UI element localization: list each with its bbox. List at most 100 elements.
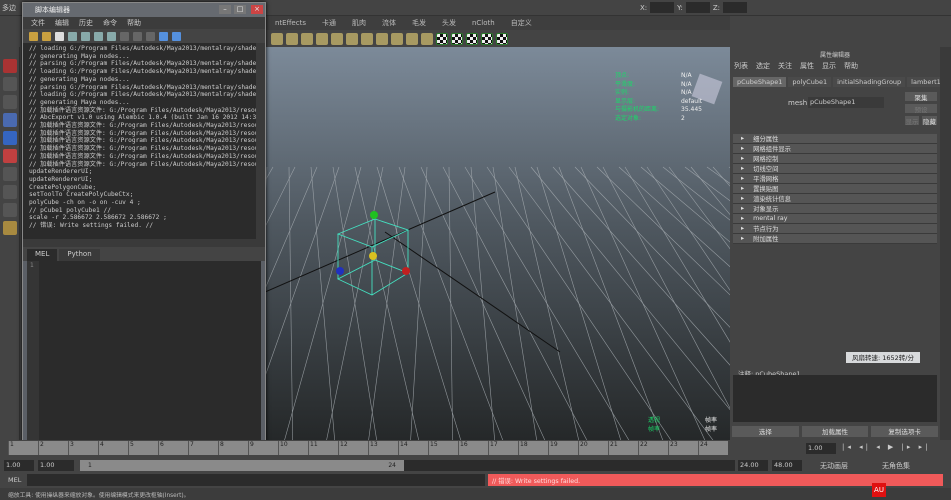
shelf-tool-icon[interactable]	[376, 32, 388, 45]
script-editor-titlebar[interactable]: 脚本编辑器 – □ ×	[23, 3, 265, 17]
attribute-section[interactable]: ▸ 网格控制	[733, 154, 937, 164]
checker-icon[interactable]	[436, 32, 448, 45]
shelf-tool-icon[interactable]	[361, 32, 373, 45]
shelf-tab[interactable]: 流体	[376, 18, 402, 28]
menu-attributes[interactable]: 属性	[800, 61, 814, 70]
layout-icon[interactable]	[146, 31, 155, 41]
mesh-field[interactable]: pCubeShape1	[808, 97, 884, 108]
clear-history-icon[interactable]	[81, 31, 90, 41]
script-history[interactable]: // loading G:/Program Files/Autodesk/May…	[23, 43, 265, 239]
character-set-dropdown[interactable]: 无角色集	[882, 461, 910, 471]
attribute-section[interactable]: ▸ 渲染统计信息	[733, 194, 937, 204]
menu-list[interactable]: 列表	[734, 61, 748, 70]
scale-tool-icon[interactable]	[2, 149, 17, 163]
y-field[interactable]	[685, 2, 710, 13]
shelf-tool-icon[interactable]	[316, 32, 328, 45]
clear-all-icon[interactable]	[107, 31, 116, 41]
shelf-tool-icon[interactable]	[271, 32, 283, 45]
command-input[interactable]	[27, 474, 485, 486]
tab-node[interactable]: pCubeShape1	[733, 77, 787, 87]
last-tool-icon[interactable]	[2, 203, 17, 217]
fan-speed-button[interactable]: 风扇转速: 1652转/分	[846, 352, 920, 363]
shelf-tab[interactable]: 肌肉	[346, 18, 372, 28]
show-button[interactable]: 显示	[905, 116, 919, 126]
attribute-section[interactable]: ▸ 切线空间	[733, 164, 937, 174]
layout-icon[interactable]	[120, 31, 129, 41]
playback-start-field[interactable]: 1.00	[38, 460, 74, 471]
attribute-section[interactable]: ▸ mental ray	[733, 214, 937, 224]
echo-icon[interactable]	[68, 31, 77, 41]
cube-icon[interactable]	[2, 221, 17, 235]
x-field[interactable]	[650, 2, 675, 13]
timeline-ruler[interactable]: 1 2 3 4 5 6 7 8 9 10 11 12 13 14 15 16 17 18 19 20 21 22 23 24	[8, 441, 728, 455]
presets-button[interactable]: 预设	[905, 104, 937, 114]
tab-python[interactable]: Python	[59, 249, 100, 261]
shelf-tool-icon[interactable]	[331, 32, 343, 45]
end-time-field[interactable]: 48.00	[772, 460, 802, 471]
shelf-tab[interactable]: 卡通	[316, 18, 342, 28]
horizontal-scrollbar[interactable]	[23, 239, 265, 247]
checker-icon[interactable]	[451, 32, 463, 45]
shelf-tool-icon[interactable]	[406, 32, 418, 45]
checker-icon[interactable]	[481, 32, 493, 45]
layout-icon[interactable]	[133, 31, 142, 41]
tab-mel[interactable]: MEL	[27, 249, 58, 261]
menu-focus[interactable]: 关注	[778, 61, 792, 70]
clear-input-icon[interactable]	[94, 31, 103, 41]
execute-all-icon[interactable]	[159, 31, 168, 41]
shelf-tab[interactable]: ntEffects	[269, 19, 312, 27]
load-attributes-button[interactable]: 加载属性	[801, 426, 869, 437]
focus-button[interactable]: 聚集	[905, 92, 937, 102]
rotate-tool-icon[interactable]	[2, 131, 17, 145]
menu-help[interactable]: 帮助	[127, 18, 141, 28]
checker-icon[interactable]	[466, 32, 478, 45]
attribute-section[interactable]: ▸ 节点行为	[733, 224, 937, 234]
shelf-tool-icon[interactable]	[301, 32, 313, 45]
shelf-tab[interactable]: 毛发	[406, 18, 432, 28]
script-input[interactable]: 1	[27, 261, 261, 446]
range-handle[interactable]: 1 24	[80, 460, 404, 471]
tab-node[interactable]: initialShadingGroup	[833, 77, 906, 87]
attribute-section[interactable]: ▸ 附加属性	[733, 234, 937, 244]
start-time-field[interactable]: 1.00	[4, 460, 34, 471]
current-time-field[interactable]: 1.00	[806, 443, 836, 454]
menu-set-selector[interactable]: 多边	[2, 3, 16, 13]
execute-icon[interactable]	[172, 31, 181, 41]
playback-end-field[interactable]: 24.00	[738, 460, 768, 471]
attribute-section[interactable]: ▸ 网格组件显示	[733, 144, 937, 154]
attribute-section[interactable]: ▸ 置换贴图	[733, 184, 937, 194]
manipulator-icon[interactable]	[2, 167, 17, 181]
menu-history[interactable]: 历史	[79, 18, 93, 28]
select-button[interactable]: 选择	[732, 426, 799, 437]
playback-controls[interactable]: |◂ ◂| ◂ ▶ |▸ ▸|	[842, 443, 931, 451]
side-tabs[interactable]	[940, 47, 951, 440]
lasso-tool-icon[interactable]	[2, 77, 17, 91]
hide-button[interactable]: 隐藏	[922, 116, 937, 126]
save-icon[interactable]	[55, 31, 64, 41]
shelf-tab[interactable]: 自定义	[505, 18, 538, 28]
attribute-section[interactable]: ▸ 对象显示	[733, 204, 937, 214]
menu-selected[interactable]: 选定	[756, 61, 770, 70]
paint-tool-icon[interactable]	[2, 95, 17, 109]
source-icon[interactable]	[42, 31, 51, 41]
viewport-3d[interactable]: 顶点: 平滑度: 实例: 显示层: 与摄影机的距离: 选定对象: N/A N/A…	[265, 47, 730, 440]
vertical-scrollbar[interactable]	[256, 43, 265, 239]
menu-command[interactable]: 命令	[103, 18, 117, 28]
command-language-label[interactable]: MEL	[8, 476, 21, 484]
tab-node[interactable]: polyCube1	[788, 77, 832, 87]
menu-help[interactable]: 帮助	[844, 61, 858, 70]
checker-icon[interactable]	[496, 32, 508, 45]
menu-show[interactable]: 显示	[822, 61, 836, 70]
shelf-tab[interactable]: nCloth	[466, 19, 501, 27]
shelf-tool-icon[interactable]	[286, 32, 298, 45]
anim-layer-dropdown[interactable]: 无动画层	[820, 461, 848, 471]
attribute-section[interactable]: ▸ 细分属性	[733, 134, 937, 144]
copy-tab-button[interactable]: 复制选项卡	[871, 426, 939, 437]
close-button[interactable]: ×	[251, 5, 263, 14]
soft-mod-icon[interactable]	[2, 185, 17, 199]
open-icon[interactable]	[29, 31, 38, 41]
menu-edit[interactable]: 编辑	[55, 18, 69, 28]
shelf-tab[interactable]: 头发	[436, 18, 462, 28]
move-tool-icon[interactable]	[2, 113, 17, 127]
maximize-button[interactable]: □	[234, 5, 246, 14]
